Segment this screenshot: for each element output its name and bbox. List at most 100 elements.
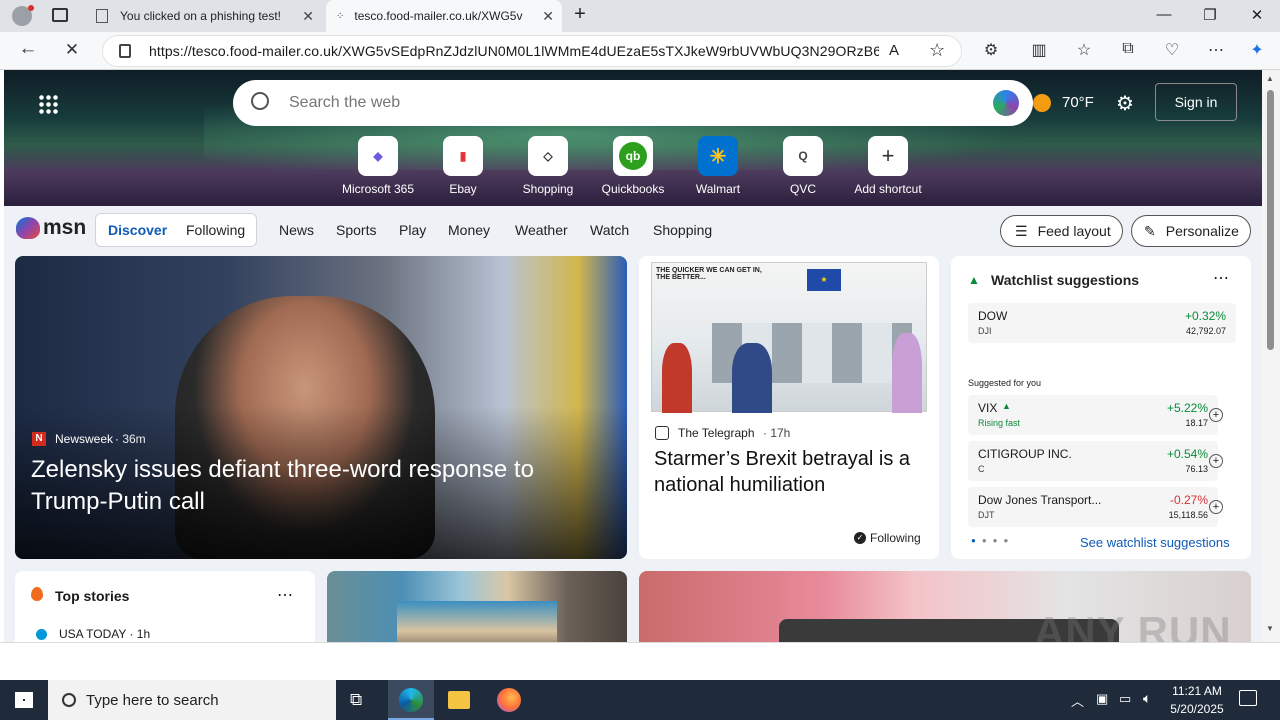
- top-stories-card: Top stories ⋯ USA TODAY · 1h: [15, 571, 315, 642]
- personalize-button[interactable]: ✎ Personalize: [1131, 215, 1251, 247]
- nav-shopping[interactable]: Shopping: [653, 222, 712, 238]
- shortcut-label: Quickbooks: [601, 182, 665, 196]
- second-story-card[interactable]: THE QUICKER WE CAN GET IN, THE BETTER...…: [639, 256, 939, 559]
- watchlist-card: ▲ Watchlist suggestions ⋯ DOW DJI +0.32%…: [951, 256, 1251, 559]
- volume-icon[interactable]: 🔈︎: [1143, 690, 1151, 707]
- new-tab-icon[interactable]: +: [570, 3, 590, 26]
- address-bar-row: ← ✕ https://tesco.food-mailer.co.uk/XWG5…: [0, 32, 1280, 70]
- stock-price: 18.17: [1185, 418, 1208, 428]
- main-story-card[interactable]: N Newsweek · 36m Zelensky issues defiant…: [15, 256, 627, 559]
- add-to-watchlist-icon[interactable]: +: [1209, 500, 1223, 514]
- nav-news[interactable]: News: [279, 222, 314, 238]
- msn-logo-text: msn: [43, 216, 87, 239]
- tab-phishing-test[interactable]: You clicked on a phishing test! ✕: [84, 0, 322, 32]
- trend-up-icon: ▲: [968, 273, 980, 287]
- search-box[interactable]: Search the web: [233, 80, 1033, 126]
- close-tab-icon[interactable]: ✕: [542, 8, 554, 25]
- tab-tesco-food-mailer[interactable]: ⁘ tesco.food-mailer.co.uk/XWG5v ✕: [326, 0, 562, 32]
- browser-essentials-icon[interactable]: ♡: [1161, 40, 1183, 60]
- watchlist-row-dow[interactable]: DOW DJI +0.32% 42,792.07: [968, 303, 1236, 343]
- settings-gear-icon[interactable]: ⚙: [1116, 91, 1134, 116]
- clock-date[interactable]: 5/20/2025: [1166, 702, 1228, 716]
- watchlist-row-vix[interactable]: VIX ▲ Rising fast +5.22% 18.17: [968, 395, 1218, 435]
- notifications-icon[interactable]: [1239, 690, 1257, 706]
- file-explorer-icon[interactable]: [448, 691, 470, 709]
- copilot-search-icon[interactable]: [993, 90, 1019, 116]
- edge-taskbar-icon[interactable]: [388, 680, 434, 720]
- shortcut-label: Microsoft 365: [341, 182, 415, 196]
- sign-in-button[interactable]: Sign in: [1155, 83, 1237, 121]
- shortcut-walmart[interactable]: ✳ Walmart: [678, 136, 758, 196]
- see-watchlist-link[interactable]: See watchlist suggestions: [1080, 535, 1230, 550]
- windows-start-icon[interactable]: [15, 692, 33, 708]
- add-to-watchlist-icon[interactable]: +: [1209, 454, 1223, 468]
- shortcut-microsoft365[interactable]: ◆ Microsoft 365: [338, 136, 418, 196]
- site-info-icon[interactable]: [119, 44, 131, 58]
- collections-icon[interactable]: ⧉: [1117, 40, 1139, 58]
- more-options-icon[interactable]: ⋯: [277, 585, 293, 605]
- shopping-tag-icon: ◇: [528, 136, 568, 176]
- carousel-dots[interactable]: ●●●●: [971, 536, 1014, 545]
- tab-following[interactable]: Following: [186, 222, 245, 238]
- shortcut-ebay[interactable]: ▮ Ebay: [423, 136, 503, 196]
- stock-ticker: Rising fast: [978, 418, 1021, 428]
- close-tab-icon[interactable]: ✕: [302, 8, 314, 25]
- scroll-down-icon[interactable]: ▼: [1266, 624, 1274, 633]
- weather-temp[interactable]: 70°F: [1062, 94, 1094, 111]
- tab-discover[interactable]: Discover: [108, 222, 167, 238]
- nav-play[interactable]: Play: [399, 222, 426, 238]
- clock-time[interactable]: 11:21 AM: [1169, 684, 1225, 698]
- beach-story-card[interactable]: [327, 571, 627, 642]
- taskbar: Type here to search ⧉ ︿ ▣ ▭ 🔈︎ 11:21 AM …: [0, 680, 1280, 720]
- personalize-label: Personalize: [1165, 223, 1239, 239]
- taskbar-search-input[interactable]: Type here to search: [86, 692, 219, 709]
- network-icon[interactable]: ▭: [1119, 691, 1131, 707]
- nav-watch[interactable]: Watch: [590, 222, 629, 238]
- split-screen-icon[interactable]: ▥: [1028, 40, 1050, 60]
- extensions-icon[interactable]: ⚙: [980, 40, 1002, 60]
- copilot-icon[interactable]: ✦: [1246, 40, 1268, 60]
- task-view-icon[interactable]: ⧉: [350, 690, 362, 710]
- restore-icon[interactable]: ❐: [1200, 6, 1220, 24]
- nav-money[interactable]: Money: [448, 222, 490, 238]
- shortcut-add[interactable]: + Add shortcut: [848, 136, 928, 196]
- shortcut-quickbooks[interactable]: qb Quickbooks: [593, 136, 673, 196]
- chevron-up-icon[interactable]: ︿: [1071, 691, 1084, 710]
- minimize-icon[interactable]: —: [1154, 6, 1174, 23]
- page-scrollbar[interactable]: ▲ ▼: [1262, 70, 1280, 642]
- nav-weather[interactable]: Weather: [515, 222, 568, 238]
- scroll-thumb[interactable]: [1267, 90, 1274, 350]
- page-icon: [96, 9, 108, 23]
- story-headline[interactable]: Starmer’s Brexit betrayal is a national …: [654, 446, 924, 498]
- settings-more-icon[interactable]: ⋯: [1205, 40, 1227, 60]
- firefox-icon[interactable]: [497, 688, 521, 712]
- add-to-watchlist-icon[interactable]: +: [1209, 408, 1223, 422]
- shortcut-qvc[interactable]: Q QVC: [763, 136, 843, 196]
- msn-logo[interactable]: msn: [16, 216, 86, 240]
- favorite-star-icon[interactable]: ☆: [929, 40, 945, 61]
- more-options-icon[interactable]: ⋯: [1213, 268, 1229, 288]
- cartoon-caption: THE QUICKER WE CAN GET IN, THE BETTER...: [656, 267, 762, 281]
- feed-layout-button[interactable]: ☰ Feed layout: [1000, 215, 1123, 247]
- back-icon[interactable]: ←: [17, 38, 39, 60]
- stock-change: +0.54%: [1166, 447, 1208, 461]
- following-label[interactable]: Following: [870, 531, 921, 545]
- stop-loading-icon[interactable]: ✕: [61, 40, 83, 60]
- story-source: Newsweek: [55, 432, 114, 446]
- favorites-icon[interactable]: ☆: [1073, 40, 1095, 60]
- watchlist-row-djt[interactable]: Dow Jones Transport... DJT -0.27% 15,118…: [968, 487, 1218, 527]
- address-bar[interactable]: https://tesco.food-mailer.co.uk/XWG5vSEd…: [102, 35, 962, 67]
- search-input[interactable]: Search the web: [289, 94, 400, 112]
- taskbar-search[interactable]: Type here to search: [48, 680, 336, 720]
- scroll-up-icon[interactable]: ▲: [1266, 74, 1274, 83]
- close-window-icon[interactable]: ✕: [1247, 6, 1267, 24]
- tab-strip: You clicked on a phishing test! ✕ ⁘ tesc…: [0, 0, 1280, 32]
- app-launcher-icon[interactable]: [38, 94, 58, 114]
- nav-sports[interactable]: Sports: [336, 222, 376, 238]
- tray-app-icon[interactable]: ▣: [1096, 691, 1108, 707]
- shortcut-shopping[interactable]: ◇ Shopping: [508, 136, 588, 196]
- story-headline[interactable]: Zelensky issues defiant three-word respo…: [31, 454, 591, 518]
- watchlist-row-citigroup[interactable]: CITIGROUP INC. C +0.54% 76.13: [968, 441, 1218, 481]
- tab-actions-icon[interactable]: [52, 8, 68, 22]
- read-aloud-icon[interactable]: A: [889, 42, 899, 59]
